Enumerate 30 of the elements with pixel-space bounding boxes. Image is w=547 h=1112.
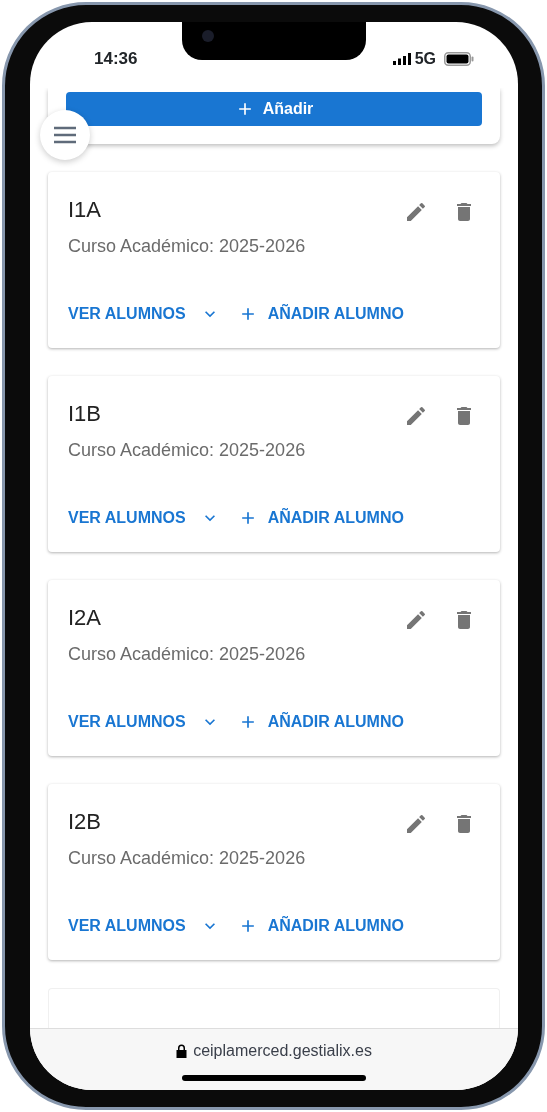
network-label: 5G xyxy=(414,49,436,69)
battery-icon xyxy=(444,52,474,66)
add-student-button[interactable]: AÑADIR ALUMNO xyxy=(237,296,404,332)
group-title: I1A xyxy=(68,196,103,224)
group-title: I1B xyxy=(68,400,103,428)
course-year-text: Curso Académico: 2025-2026 xyxy=(68,643,307,666)
status-time: 14:36 xyxy=(94,48,138,71)
view-students-button[interactable]: VER ALUMNOS xyxy=(68,908,220,944)
course-year-text: Curso Académico: 2025-2026 xyxy=(68,439,307,462)
menu-button[interactable] xyxy=(40,110,90,160)
camera-icon xyxy=(202,30,214,42)
pencil-icon xyxy=(404,608,428,632)
pencil-icon xyxy=(404,404,428,428)
url-text: ceiplamerced.gestialix.es xyxy=(193,1041,372,1061)
view-students-button[interactable]: VER ALUMNOS xyxy=(68,500,220,536)
add-button[interactable]: Añadir xyxy=(66,92,482,126)
add-student-button[interactable]: AÑADIR ALUMNO xyxy=(237,500,404,536)
group-title: I2A xyxy=(68,604,103,632)
pencil-icon xyxy=(404,200,428,224)
course-year-text: Curso Académico: 2025-2026 xyxy=(68,235,307,258)
lock-icon xyxy=(176,1044,188,1058)
signal-icon xyxy=(392,53,411,65)
pencil-icon xyxy=(404,812,428,836)
view-students-button[interactable]: VER ALUMNOS xyxy=(68,704,220,740)
add-student-button[interactable]: AÑADIR ALUMNO xyxy=(237,908,404,944)
course-year-text: Curso Académico: 2025-2026 xyxy=(68,847,307,870)
add-student-button[interactable]: AÑADIR ALUMNO xyxy=(237,704,404,740)
group-title: I2B xyxy=(68,808,103,836)
view-students-button[interactable]: VER ALUMNOS xyxy=(68,296,220,332)
menu-icon xyxy=(53,125,77,145)
